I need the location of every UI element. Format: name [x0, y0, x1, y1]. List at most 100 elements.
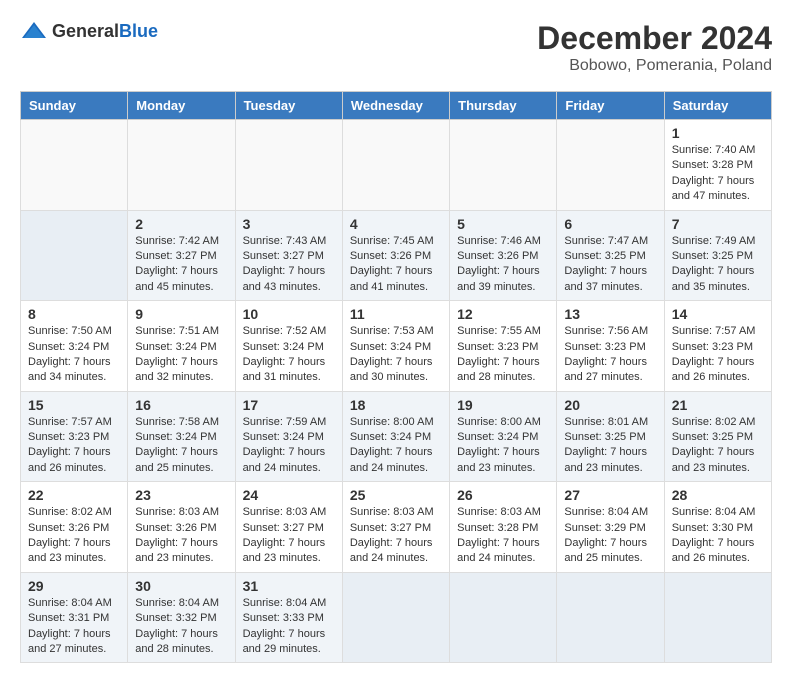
day-cell-1: 1Sunrise: 7:40 AMSunset: 3:28 PMDaylight… [664, 120, 771, 211]
col-header-friday: Friday [557, 92, 664, 120]
day-number: 12 [457, 306, 549, 322]
cell-content: Sunrise: 7:53 AMSunset: 3:24 PMDaylight:… [350, 325, 434, 383]
logo-general: General [52, 21, 119, 41]
day-cell-2: 2Sunrise: 7:42 AMSunset: 3:27 PMDaylight… [128, 210, 235, 301]
week-row-6: 29 Sunrise: 8:04 AMSunset: 3:31 PMDayligh… [21, 572, 772, 663]
day-cell-12: 12 Sunrise: 7:55 AMSunset: 3:23 PMDayligh… [450, 301, 557, 392]
day-number: 14 [672, 306, 764, 322]
empty-cell [342, 572, 449, 663]
day-cell-17: 17 Sunrise: 7:59 AMSunset: 3:24 PMDayligh… [235, 391, 342, 482]
cell-content: Sunrise: 8:00 AMSunset: 3:24 PMDaylight:… [350, 416, 434, 474]
cell-content: Sunrise: 8:00 AMSunset: 3:24 PMDaylight:… [457, 416, 541, 474]
day-number: 18 [350, 397, 442, 413]
day-cell-16: 16 Sunrise: 7:58 AMSunset: 3:24 PMDayligh… [128, 391, 235, 482]
day-number: 2 [135, 216, 227, 232]
cell-content: Sunrise: 8:04 AMSunset: 3:30 PMDaylight:… [672, 506, 756, 564]
col-header-wednesday: Wednesday [342, 92, 449, 120]
cell-content: Sunrise: 8:04 AMSunset: 3:32 PMDaylight:… [135, 597, 219, 655]
day-number: 9 [135, 306, 227, 322]
cell-content: Sunrise: 7:46 AMSunset: 3:26 PMDaylight:… [457, 235, 541, 293]
cell-content: Sunrise: 7:50 AMSunset: 3:24 PMDaylight:… [28, 325, 112, 383]
week-row-4: 15 Sunrise: 7:57 AMSunset: 3:23 PMDayligh… [21, 391, 772, 482]
day-number: 29 [28, 578, 120, 594]
day-cell-3: 3 Sunrise: 7:43 AMSunset: 3:27 PMDaylight… [235, 210, 342, 301]
day-number: 1 [672, 125, 764, 141]
title-area: December 2024 Bobowo, Pomerania, Poland [537, 20, 772, 75]
cell-content: Sunrise: 8:02 AMSunset: 3:26 PMDaylight:… [28, 506, 112, 564]
day-cell-19: 19 Sunrise: 8:00 AMSunset: 3:24 PMDayligh… [450, 391, 557, 482]
day-cell-22: 22 Sunrise: 8:02 AMSunset: 3:26 PMDayligh… [21, 482, 128, 573]
logo-text: GeneralBlue [52, 21, 158, 42]
calendar-table: SundayMondayTuesdayWednesdayThursdayFrid… [20, 91, 772, 663]
cell-content: Sunrise: 8:03 AMSunset: 3:26 PMDaylight:… [135, 506, 219, 564]
empty-cell [450, 120, 557, 211]
month-year: December 2024 [537, 20, 772, 57]
day-number: 7 [672, 216, 764, 232]
day-number: 3 [243, 216, 335, 232]
empty-cell [664, 572, 771, 663]
day-cell-18: 18 Sunrise: 8:00 AMSunset: 3:24 PMDayligh… [342, 391, 449, 482]
cell-content: Sunrise: 7:57 AMSunset: 3:23 PMDaylight:… [28, 416, 112, 474]
day-number: 23 [135, 487, 227, 503]
day-number: 16 [135, 397, 227, 413]
day-cell-4: 4 Sunrise: 7:45 AMSunset: 3:26 PMDaylight… [342, 210, 449, 301]
day-cell-7: 7Sunrise: 7:49 AMSunset: 3:25 PMDaylight… [664, 210, 771, 301]
col-header-saturday: Saturday [664, 92, 771, 120]
day-number: 8 [28, 306, 120, 322]
day-number: 17 [243, 397, 335, 413]
cell-content: Sunrise: 7:58 AMSunset: 3:24 PMDaylight:… [135, 416, 219, 474]
cell-content: Sunrise: 7:57 AMSunset: 3:23 PMDaylight:… [672, 325, 756, 383]
col-header-monday: Monday [128, 92, 235, 120]
day-cell-15: 15 Sunrise: 7:57 AMSunset: 3:23 PMDayligh… [21, 391, 128, 482]
cell-content: Sunrise: 8:03 AMSunset: 3:28 PMDaylight:… [457, 506, 541, 564]
day-number: 15 [28, 397, 120, 413]
day-number: 11 [350, 306, 442, 322]
day-number: 24 [243, 487, 335, 503]
day-cell-5: 5 Sunrise: 7:46 AMSunset: 3:26 PMDaylight… [450, 210, 557, 301]
day-number: 5 [457, 216, 549, 232]
day-cell-21: 21Sunrise: 8:02 AMSunset: 3:25 PMDayligh… [664, 391, 771, 482]
col-header-tuesday: Tuesday [235, 92, 342, 120]
day-number: 21 [672, 397, 764, 413]
day-cell-23: 23 Sunrise: 8:03 AMSunset: 3:26 PMDayligh… [128, 482, 235, 573]
empty-cell [235, 120, 342, 211]
empty-cell [21, 210, 128, 301]
cell-content: Sunrise: 7:45 AMSunset: 3:26 PMDaylight:… [350, 235, 434, 293]
day-number: 20 [564, 397, 656, 413]
empty-cell [557, 120, 664, 211]
day-cell-13: 13 Sunrise: 7:56 AMSunset: 3:23 PMDayligh… [557, 301, 664, 392]
cell-content: Sunrise: 7:52 AMSunset: 3:24 PMDaylight:… [243, 325, 327, 383]
day-number: 27 [564, 487, 656, 503]
day-cell-9: 9 Sunrise: 7:51 AMSunset: 3:24 PMDaylight… [128, 301, 235, 392]
cell-content: Sunrise: 7:51 AMSunset: 3:24 PMDaylight:… [135, 325, 219, 383]
col-header-thursday: Thursday [450, 92, 557, 120]
day-number: 26 [457, 487, 549, 503]
empty-cell [21, 120, 128, 211]
empty-cell [450, 572, 557, 663]
cell-content: Sunrise: 8:03 AMSunset: 3:27 PMDaylight:… [243, 506, 327, 564]
day-number: 10 [243, 306, 335, 322]
week-row-2: 2Sunrise: 7:42 AMSunset: 3:27 PMDaylight… [21, 210, 772, 301]
week-row-3: 8 Sunrise: 7:50 AMSunset: 3:24 PMDaylight… [21, 301, 772, 392]
cell-content: Sunrise: 7:55 AMSunset: 3:23 PMDaylight:… [457, 325, 541, 383]
cell-content: Sunrise: 7:56 AMSunset: 3:23 PMDaylight:… [564, 325, 648, 383]
day-number: 25 [350, 487, 442, 503]
day-number: 28 [672, 487, 764, 503]
day-number: 22 [28, 487, 120, 503]
cell-content: Sunrise: 7:43 AMSunset: 3:27 PMDaylight:… [243, 235, 327, 293]
day-number: 19 [457, 397, 549, 413]
day-number: 13 [564, 306, 656, 322]
cell-content: Sunrise: 8:04 AMSunset: 3:31 PMDaylight:… [28, 597, 112, 655]
cell-content: Sunrise: 8:01 AMSunset: 3:25 PMDaylight:… [564, 416, 648, 474]
week-row-1: 1Sunrise: 7:40 AMSunset: 3:28 PMDaylight… [21, 120, 772, 211]
day-cell-29: 29 Sunrise: 8:04 AMSunset: 3:31 PMDayligh… [21, 572, 128, 663]
day-number: 4 [350, 216, 442, 232]
day-number: 6 [564, 216, 656, 232]
cell-content: Sunrise: 8:04 AMSunset: 3:29 PMDaylight:… [564, 506, 648, 564]
cell-content: Sunrise: 7:59 AMSunset: 3:24 PMDaylight:… [243, 416, 327, 474]
week-row-5: 22 Sunrise: 8:02 AMSunset: 3:26 PMDayligh… [21, 482, 772, 573]
day-cell-30: 30Sunrise: 8:04 AMSunset: 3:32 PMDayligh… [128, 572, 235, 663]
empty-cell [128, 120, 235, 211]
cell-content: Sunrise: 7:47 AMSunset: 3:25 PMDaylight:… [564, 235, 648, 293]
location: Bobowo, Pomerania, Poland [537, 57, 772, 75]
